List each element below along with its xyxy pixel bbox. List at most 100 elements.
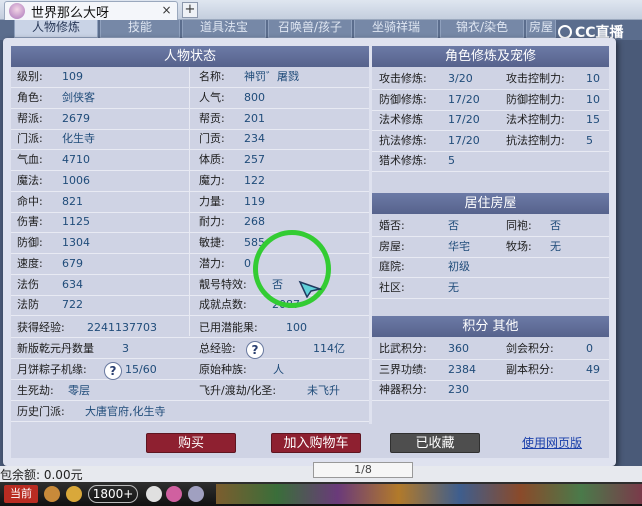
question-icon[interactable]: ? [246,341,264,359]
stat-value: 0 [244,256,251,270]
points-label: 三界功绩: [379,362,427,376]
housing-label: 婚否: [379,219,405,232]
stat-value: 634 [62,277,83,291]
stat-label: 人气: [199,90,225,104]
section-divider [369,46,372,424]
stat-value: 201 [244,111,265,125]
shengsi-value: 零层 [68,384,90,397]
potential-used-label: 已用潜能果: [199,321,258,334]
cultivation-label: 法术控制力: [506,113,565,126]
housing-value: 否 [550,219,561,232]
points-value: 0 [586,342,593,355]
cultivation-value: 17/20 [448,113,480,126]
stat-label: 靓号特效: [199,277,247,291]
stat-label: 门贡: [199,132,225,146]
stat-label: 体质: [199,153,225,166]
stat-label: 力量: [199,194,225,208]
game-icon-strip[interactable] [216,484,642,504]
row-divider [372,297,609,299]
cultivation-label: 防御控制力: [506,92,565,106]
shengsi-label: 生死劫: [17,384,54,397]
viewer-count[interactable]: 1800+ [88,485,138,503]
tab-title: 世界那么大呀 [31,5,110,21]
cultivation-value: 10 [586,72,600,85]
tab-skills[interactable]: 技能 [100,20,180,38]
browser-tab[interactable]: 世界那么大呀 × [4,1,178,21]
stat-label: 耐力: [199,215,225,229]
buy-button[interactable]: 购买 [146,433,236,453]
total-exp-value: 114亿 [313,342,345,355]
stat-value: 268 [244,215,265,229]
stat-value: 679 [62,256,83,270]
qiankun-label: 新版乾元丹数量 [17,342,94,355]
favorited-button[interactable]: 已收藏 [390,433,480,453]
tab-outfits[interactable]: 锦衣/染色 [440,20,524,38]
cultivation-label: 攻击控制力: [506,72,565,85]
question-icon[interactable]: ? [104,362,122,380]
housing-header: 居住房屋 [372,193,609,214]
origin-race-label: 原始种族: [199,363,247,376]
character-icon[interactable] [188,486,204,502]
tab-cultivation[interactable]: 人物修炼 [14,20,98,38]
stat-value: 722 [62,298,83,312]
balance-text: 包余额: 0.00元 [0,468,83,482]
points-value: 49 [586,362,600,376]
stat-label: 帮贡: [199,111,225,125]
stat-value: 119 [244,194,265,208]
housing-value: 初级 [448,260,470,273]
stat-value: 821 [62,194,83,208]
potential-used-value: 100 [286,321,307,334]
microphone-icon[interactable] [44,486,60,502]
stat-label: 成就点数: [199,298,247,312]
stat-label: 伤害: [17,215,43,229]
stat-value: 234 [244,132,265,146]
add-to-cart-button[interactable]: 加入购物车 [271,433,361,453]
tab-house[interactable]: 房屋 [526,20,556,38]
total-exp-label: 总经验: [199,342,236,355]
close-icon[interactable]: × [160,4,173,17]
stat-value: 1125 [62,215,90,229]
points-value: 360 [448,342,469,355]
page-indicator[interactable]: 1/8 [313,462,413,478]
row-divider [11,315,369,317]
stat-value: 化生寺 [62,132,95,146]
tab-items[interactable]: 道具法宝 [182,20,266,38]
current-channel-badge[interactable]: 当前 [4,485,38,503]
new-tab-button[interactable]: + [182,2,198,18]
feisheng-value: 未飞升 [307,384,340,397]
stat-value: 1304 [62,236,90,249]
stat-label: 气血: [17,153,43,166]
housing-label: 房屋: [379,239,405,253]
character-status-header: 人物状态 [11,46,369,67]
flower-icon[interactable] [166,486,182,502]
feisheng-label: 飞升/渡劫/化圣: [199,384,277,397]
points-label: 神器积分: [379,383,427,396]
stat-label: 法伤 [17,277,39,291]
emoji-icon[interactable] [66,486,82,502]
stat-label: 潜力: [199,256,225,270]
row-divider [372,236,609,237]
history-value: 大唐官府,化生寺 [85,405,166,418]
cultivation-value: 5 [586,133,593,147]
cultivation-value: 17/20 [448,92,480,106]
history-label: 历史门派: [17,405,65,418]
stat-value: 2679 [62,111,90,125]
web-version-link[interactable]: 使用网页版 [522,434,582,451]
housing-value: 无 [448,280,459,294]
exp-value: 2241137703 [87,321,157,334]
points-label: 副本积分: [506,362,554,376]
row-divider [372,400,609,401]
cultivation-label: 防御修炼: [379,92,427,106]
stat-label: 帮派: [17,111,43,125]
housing-value: 无 [550,239,561,253]
origin-race-value: 人 [273,363,284,376]
stat-value: 1006 [62,173,90,187]
tab-pets[interactable]: 召唤兽/孩子 [268,20,352,38]
cultivation-value: 5 [448,154,455,167]
stat-label: 名称: [199,70,225,83]
tab-mounts[interactable]: 坐骑祥瑞 [354,20,438,38]
points-label: 比武积分: [379,342,427,355]
avatar-icon [9,3,25,19]
stat-value: 257 [244,153,265,166]
gift-icon[interactable] [146,486,162,502]
